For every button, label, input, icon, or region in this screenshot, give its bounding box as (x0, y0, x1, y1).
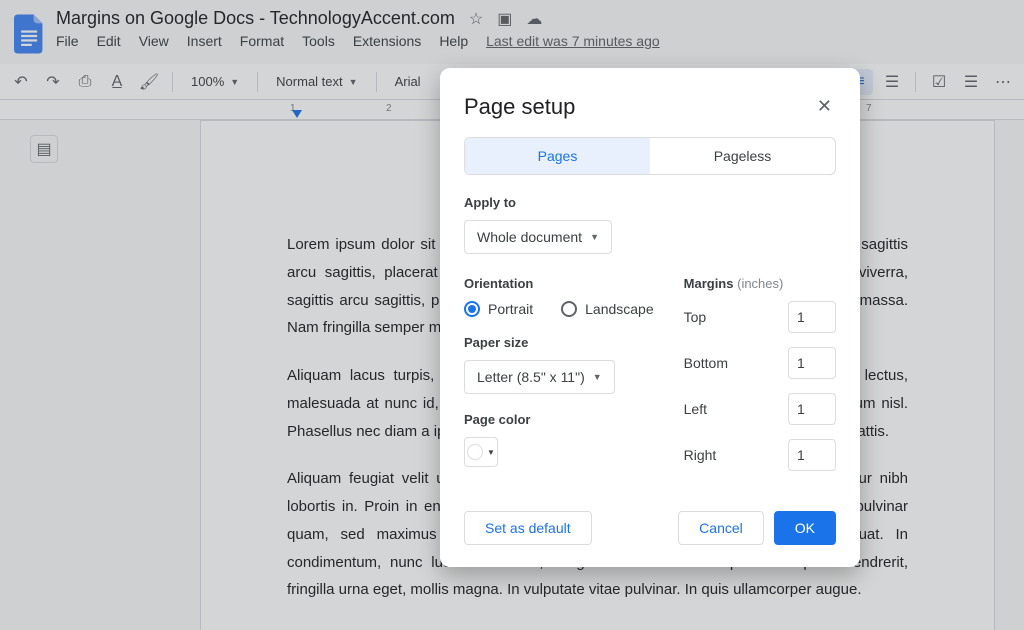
margin-top-input[interactable] (788, 301, 836, 333)
orientation-label: Orientation (464, 276, 654, 291)
cloud-icon[interactable]: ☁ (526, 9, 542, 29)
menu-view[interactable]: View (139, 33, 169, 49)
style-dropdown[interactable]: Normal text▼ (268, 69, 365, 95)
tab-pageless[interactable]: Pageless (650, 138, 835, 174)
apply-to-select[interactable]: Whole document▼ (464, 220, 612, 254)
star-icon[interactable]: ☆ (469, 9, 483, 29)
bulleted-list-icon[interactable]: ☰ (958, 69, 984, 95)
menu-file[interactable]: File (56, 33, 79, 49)
apply-to-label: Apply to (464, 195, 836, 210)
menu-help[interactable]: Help (439, 33, 468, 49)
margins-label: Margins (inches) (684, 276, 836, 291)
margin-bottom-input[interactable] (788, 347, 836, 379)
tab-pages[interactable]: Pages (465, 138, 650, 174)
print-icon[interactable]: ⎙ (72, 69, 98, 95)
paper-size-select[interactable]: Letter (8.5" x 11")▼ (464, 360, 615, 394)
orientation-portrait-radio[interactable]: Portrait (464, 301, 533, 317)
margin-bottom-label: Bottom (684, 355, 728, 371)
ok-button[interactable]: OK (774, 511, 836, 545)
menu-insert[interactable]: Insert (187, 33, 222, 49)
menu-bar: File Edit View Insert Format Tools Exten… (56, 33, 1008, 49)
menu-tools[interactable]: Tools (302, 33, 335, 49)
page-color-label: Page color (464, 412, 654, 427)
tab-bar: Pages Pageless (464, 137, 836, 175)
margin-left-input[interactable] (788, 393, 836, 425)
undo-icon[interactable]: ↶ (8, 69, 34, 95)
set-as-default-button[interactable]: Set as default (464, 511, 592, 545)
margin-left-label: Left (684, 401, 707, 417)
last-edit-link[interactable]: Last edit was 7 minutes ago (486, 33, 660, 49)
page-color-picker[interactable]: ▼ (464, 437, 498, 467)
redo-icon[interactable]: ↷ (40, 69, 66, 95)
checklist-icon[interactable]: ☑ (926, 69, 952, 95)
menu-edit[interactable]: Edit (97, 33, 121, 49)
orientation-landscape-radio[interactable]: Landscape (561, 301, 654, 317)
document-title[interactable]: Margins on Google Docs - TechnologyAccen… (56, 8, 455, 29)
spellcheck-icon[interactable]: A̲ (104, 69, 130, 95)
docs-logo-icon[interactable] (12, 10, 48, 58)
page-setup-dialog: Page setup ✕ Pages Pageless Apply to Who… (440, 68, 860, 567)
margin-top-label: Top (684, 309, 707, 325)
line-spacing-icon[interactable]: ☰ (879, 69, 905, 95)
menu-extensions[interactable]: Extensions (353, 33, 421, 49)
margin-right-label: Right (684, 447, 717, 463)
dialog-title: Page setup (464, 94, 575, 120)
cancel-button[interactable]: Cancel (678, 511, 764, 545)
zoom-dropdown[interactable]: 100%▼ (183, 69, 247, 95)
font-dropdown[interactable]: Arial (387, 69, 429, 95)
header: Margins on Google Docs - TechnologyAccen… (0, 0, 1024, 64)
close-icon[interactable]: ✕ (813, 92, 836, 121)
margin-right-input[interactable] (788, 439, 836, 471)
menu-format[interactable]: Format (240, 33, 284, 49)
move-icon[interactable]: ▣ (497, 9, 512, 29)
paint-format-icon[interactable]: 🖌 (136, 69, 162, 95)
outline-toggle-icon[interactable]: ▤ (30, 135, 58, 163)
paper-size-label: Paper size (464, 335, 654, 350)
more-icon[interactable]: ⋯ (990, 69, 1016, 95)
